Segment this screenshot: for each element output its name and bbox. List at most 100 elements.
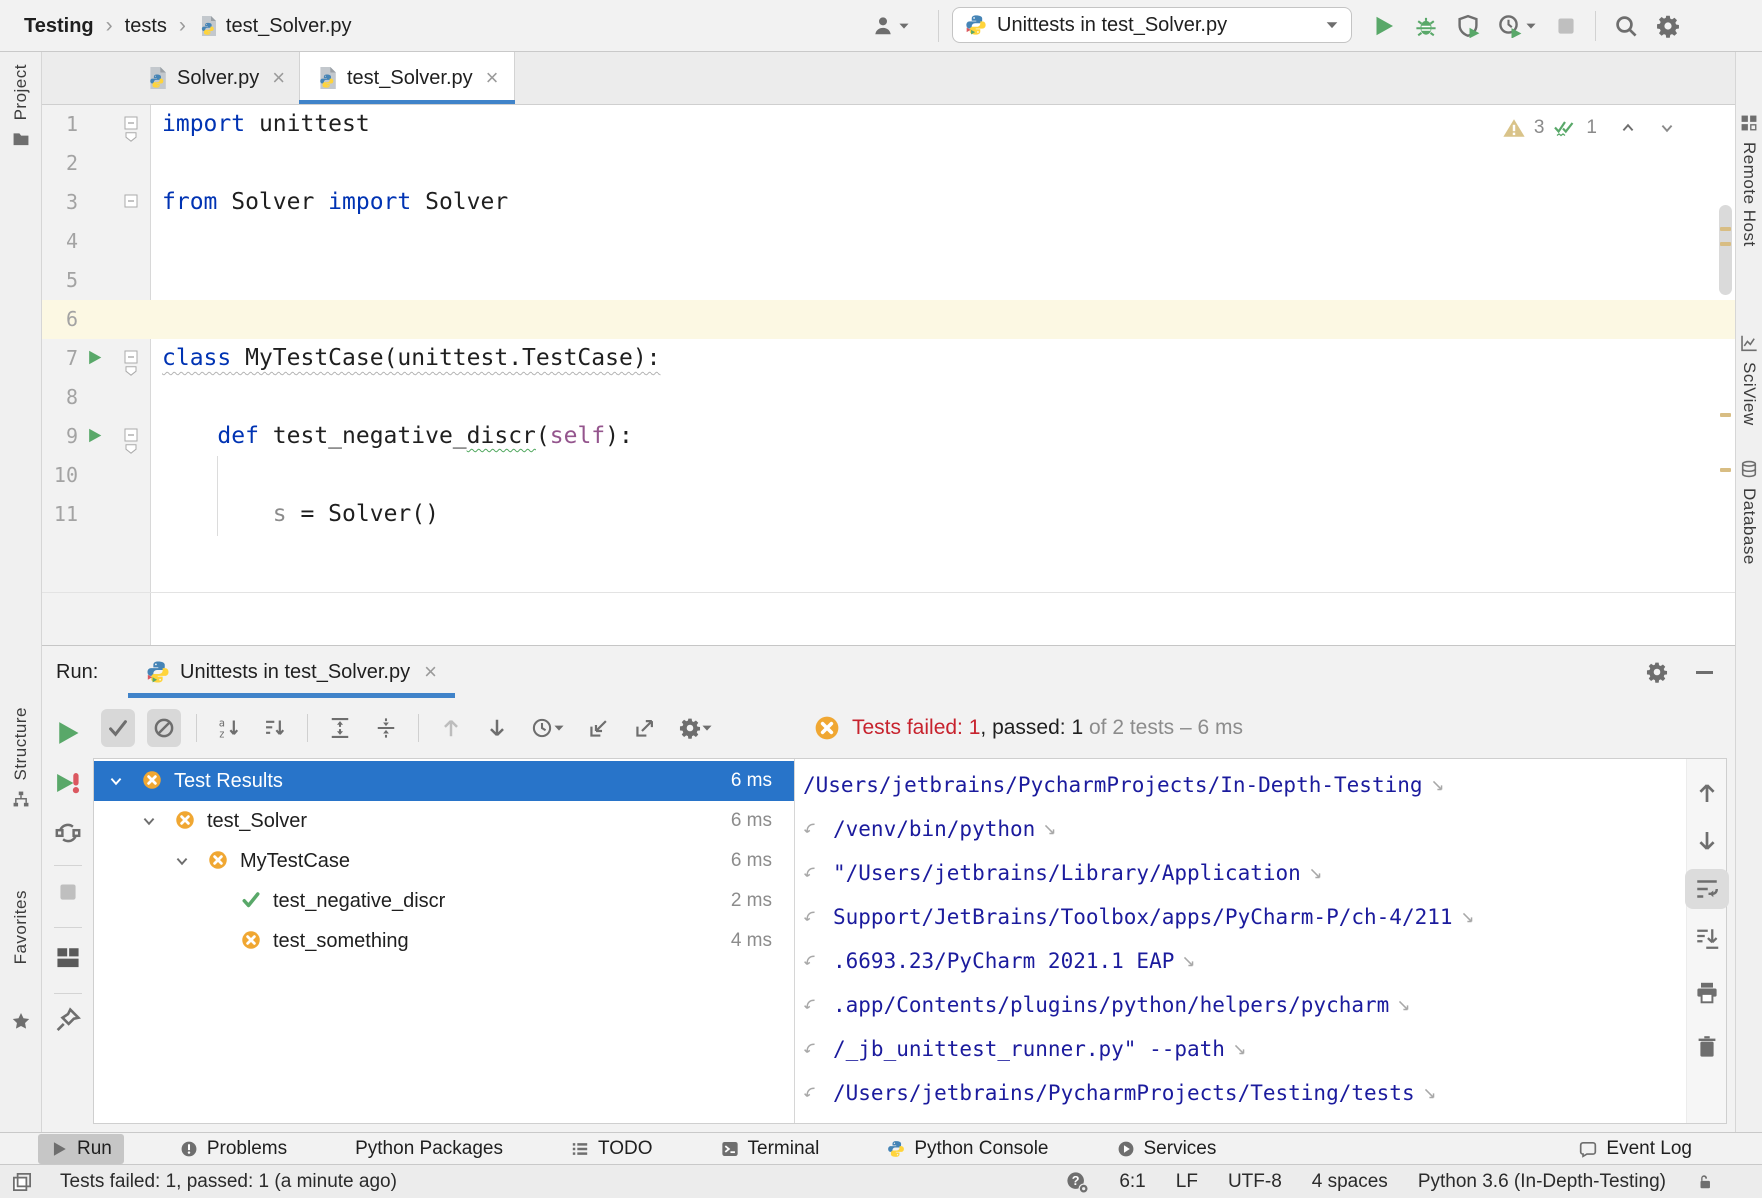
stripe-button-structure[interactable]: Structure <box>0 707 41 808</box>
interpreter-widget-icon[interactable]: ? <box>1065 1170 1089 1194</box>
tool-window-label: Services <box>1144 1138 1217 1160</box>
fold-marker[interactable] <box>124 428 138 454</box>
import-test-results-button[interactable] <box>582 709 616 747</box>
inspections-widget[interactable]: 3 1 <box>1503 117 1675 139</box>
fold-marker[interactable] <box>124 350 138 376</box>
restore-layout-button[interactable] <box>55 945 81 971</box>
show-ignored-toggle[interactable] <box>147 709 181 747</box>
line-number[interactable]: 6 <box>42 300 78 339</box>
run-test-gutter-icon[interactable] <box>86 349 103 366</box>
clear-console-button[interactable] <box>1685 1027 1729 1067</box>
toggle-auto-test-button[interactable] <box>54 819 82 847</box>
export-test-results-button[interactable] <box>628 709 662 747</box>
tool-window-button-python-console[interactable]: Python Console <box>875 1134 1060 1164</box>
line-number[interactable]: 7 <box>42 339 78 378</box>
line-number[interactable]: 10 <box>42 456 78 495</box>
stripe-button-remote-host[interactable]: Remote Host <box>1736 114 1762 247</box>
line-number[interactable]: 1 <box>42 105 78 144</box>
tool-window-button-terminal[interactable]: Terminal <box>709 1134 832 1164</box>
tool-window-button-services[interactable]: Services <box>1105 1134 1229 1164</box>
status-widget[interactable]: UTF-8 <box>1228 1171 1282 1193</box>
test-tree-row[interactable]: Test Results6 ms <box>94 761 794 801</box>
run-tab[interactable]: Unittests in test_Solver.py × <box>128 646 455 698</box>
run-button[interactable] <box>1372 14 1396 38</box>
status-widget[interactable]: Python 3.6 (In-Depth-Testing) <box>1418 1171 1666 1193</box>
previous-failed-test-button[interactable] <box>434 709 468 747</box>
tool-window-button-problems[interactable]: Problems <box>168 1134 299 1164</box>
next-occurrence-button[interactable] <box>1685 821 1729 861</box>
editor-line: 5 <box>42 261 1735 300</box>
show-passed-toggle[interactable] <box>101 709 135 747</box>
user-dropdown[interactable] <box>872 0 910 52</box>
stop-button[interactable] <box>57 881 79 903</box>
status-widget[interactable]: 6:1 <box>1119 1171 1145 1193</box>
close-icon[interactable]: × <box>486 65 499 91</box>
previous-problem-button[interactable] <box>1620 120 1636 136</box>
soft-wrap-toggle[interactable] <box>1685 869 1729 909</box>
line-number[interactable]: 11 <box>42 495 78 534</box>
sort-by-duration-button[interactable] <box>258 709 292 747</box>
line-number[interactable]: 3 <box>42 183 78 222</box>
tool-window-quick-access-button[interactable] <box>12 1172 32 1192</box>
test-history-button[interactable] <box>526 709 570 747</box>
print-button[interactable] <box>1685 973 1729 1013</box>
hide-panel-button[interactable] <box>1696 671 1713 674</box>
chevron-down-icon[interactable] <box>141 813 157 829</box>
next-failed-test-button[interactable] <box>480 709 514 747</box>
test-tree-row[interactable]: test_something4 ms <box>94 921 794 961</box>
previous-occurrence-button[interactable] <box>1685 773 1729 813</box>
test-tree-row[interactable]: test_Solver6 ms <box>94 801 794 841</box>
expand-all-button[interactable] <box>323 709 357 747</box>
test-results-tree[interactable]: Test Results6 mstest_Solver6 msMyTestCas… <box>94 759 794 1123</box>
next-problem-button[interactable] <box>1659 120 1675 136</box>
test-tree-row[interactable]: test_negative_discr2 ms <box>94 881 794 921</box>
breadcrumb-item[interactable]: test_Solver.py <box>198 15 352 38</box>
line-number[interactable]: 9 <box>42 417 78 456</box>
status-widget[interactable]: 4 spaces <box>1312 1171 1388 1193</box>
editor-tab-test_Solver-py[interactable]: test_Solver.py× <box>299 52 515 104</box>
test-console-output[interactable]: /Users/jetbrains/PycharmProjects/In-Dept… <box>795 759 1686 1123</box>
pin-tab-button[interactable] <box>55 1007 81 1033</box>
chevron-down-icon[interactable] <box>108 773 124 789</box>
breadcrumb-item[interactable]: tests <box>125 15 167 38</box>
search-everywhere-button[interactable] <box>1614 14 1638 38</box>
run-panel-settings-button[interactable] <box>1646 661 1668 683</box>
line-number[interactable]: 8 <box>42 378 78 417</box>
fold-marker[interactable] <box>124 116 138 142</box>
breadcrumb-item[interactable]: Testing <box>24 15 94 38</box>
debug-button[interactable] <box>1414 14 1438 38</box>
rerun-tests-button[interactable] <box>54 719 82 747</box>
settings-button[interactable] <box>1656 14 1680 38</box>
line-number[interactable]: 5 <box>42 261 78 300</box>
test-runner-settings-button[interactable] <box>674 709 718 747</box>
tool-window-button-todo[interactable]: TODO <box>559 1134 665 1164</box>
profiler-button[interactable] <box>1498 14 1537 38</box>
code-editor[interactable]: 1import unittest23from Solver import Sol… <box>42 105 1735 645</box>
run-test-gutter-icon[interactable] <box>86 427 103 444</box>
stripe-button-sciview[interactable]: SciView <box>1736 334 1762 426</box>
close-icon[interactable]: × <box>424 659 437 685</box>
stripe-button-database[interactable]: Database <box>1736 460 1762 565</box>
collapse-all-button[interactable] <box>369 709 403 747</box>
test-tree-row[interactable]: MyTestCase6 ms <box>94 841 794 881</box>
editor-tab-Solver-py[interactable]: Solver.py× <box>130 52 301 104</box>
stripe-button-favorites[interactable]: Favorites <box>0 890 41 1030</box>
chevron-down-icon[interactable] <box>174 853 190 869</box>
tool-window-button-run[interactable]: Run <box>38 1134 124 1164</box>
close-icon[interactable]: × <box>272 65 285 91</box>
scroll-to-end-button[interactable] <box>1685 919 1729 959</box>
stripe-button-project[interactable]: Project <box>0 64 41 148</box>
tool-window-button-event-log[interactable]: Event Log <box>1567 1134 1704 1164</box>
sort-alphabetically-button[interactable]: az <box>212 709 246 747</box>
tool-window-button-python-packages[interactable]: Python Packages <box>343 1134 515 1164</box>
editor-scrollbar[interactable] <box>1719 205 1732 295</box>
status-widget[interactable]: LF <box>1176 1171 1198 1193</box>
run-configuration-select[interactable]: Unittests in test_Solver.py <box>952 7 1352 43</box>
fold-marker[interactable] <box>124 194 138 208</box>
stop-button[interactable] <box>1555 15 1577 37</box>
line-number[interactable]: 4 <box>42 222 78 261</box>
rerun-failed-tests-button[interactable] <box>54 769 82 797</box>
line-number[interactable]: 2 <box>42 144 78 183</box>
unlocked-icon[interactable] <box>1696 1173 1714 1191</box>
run-with-coverage-button[interactable] <box>1456 14 1480 38</box>
